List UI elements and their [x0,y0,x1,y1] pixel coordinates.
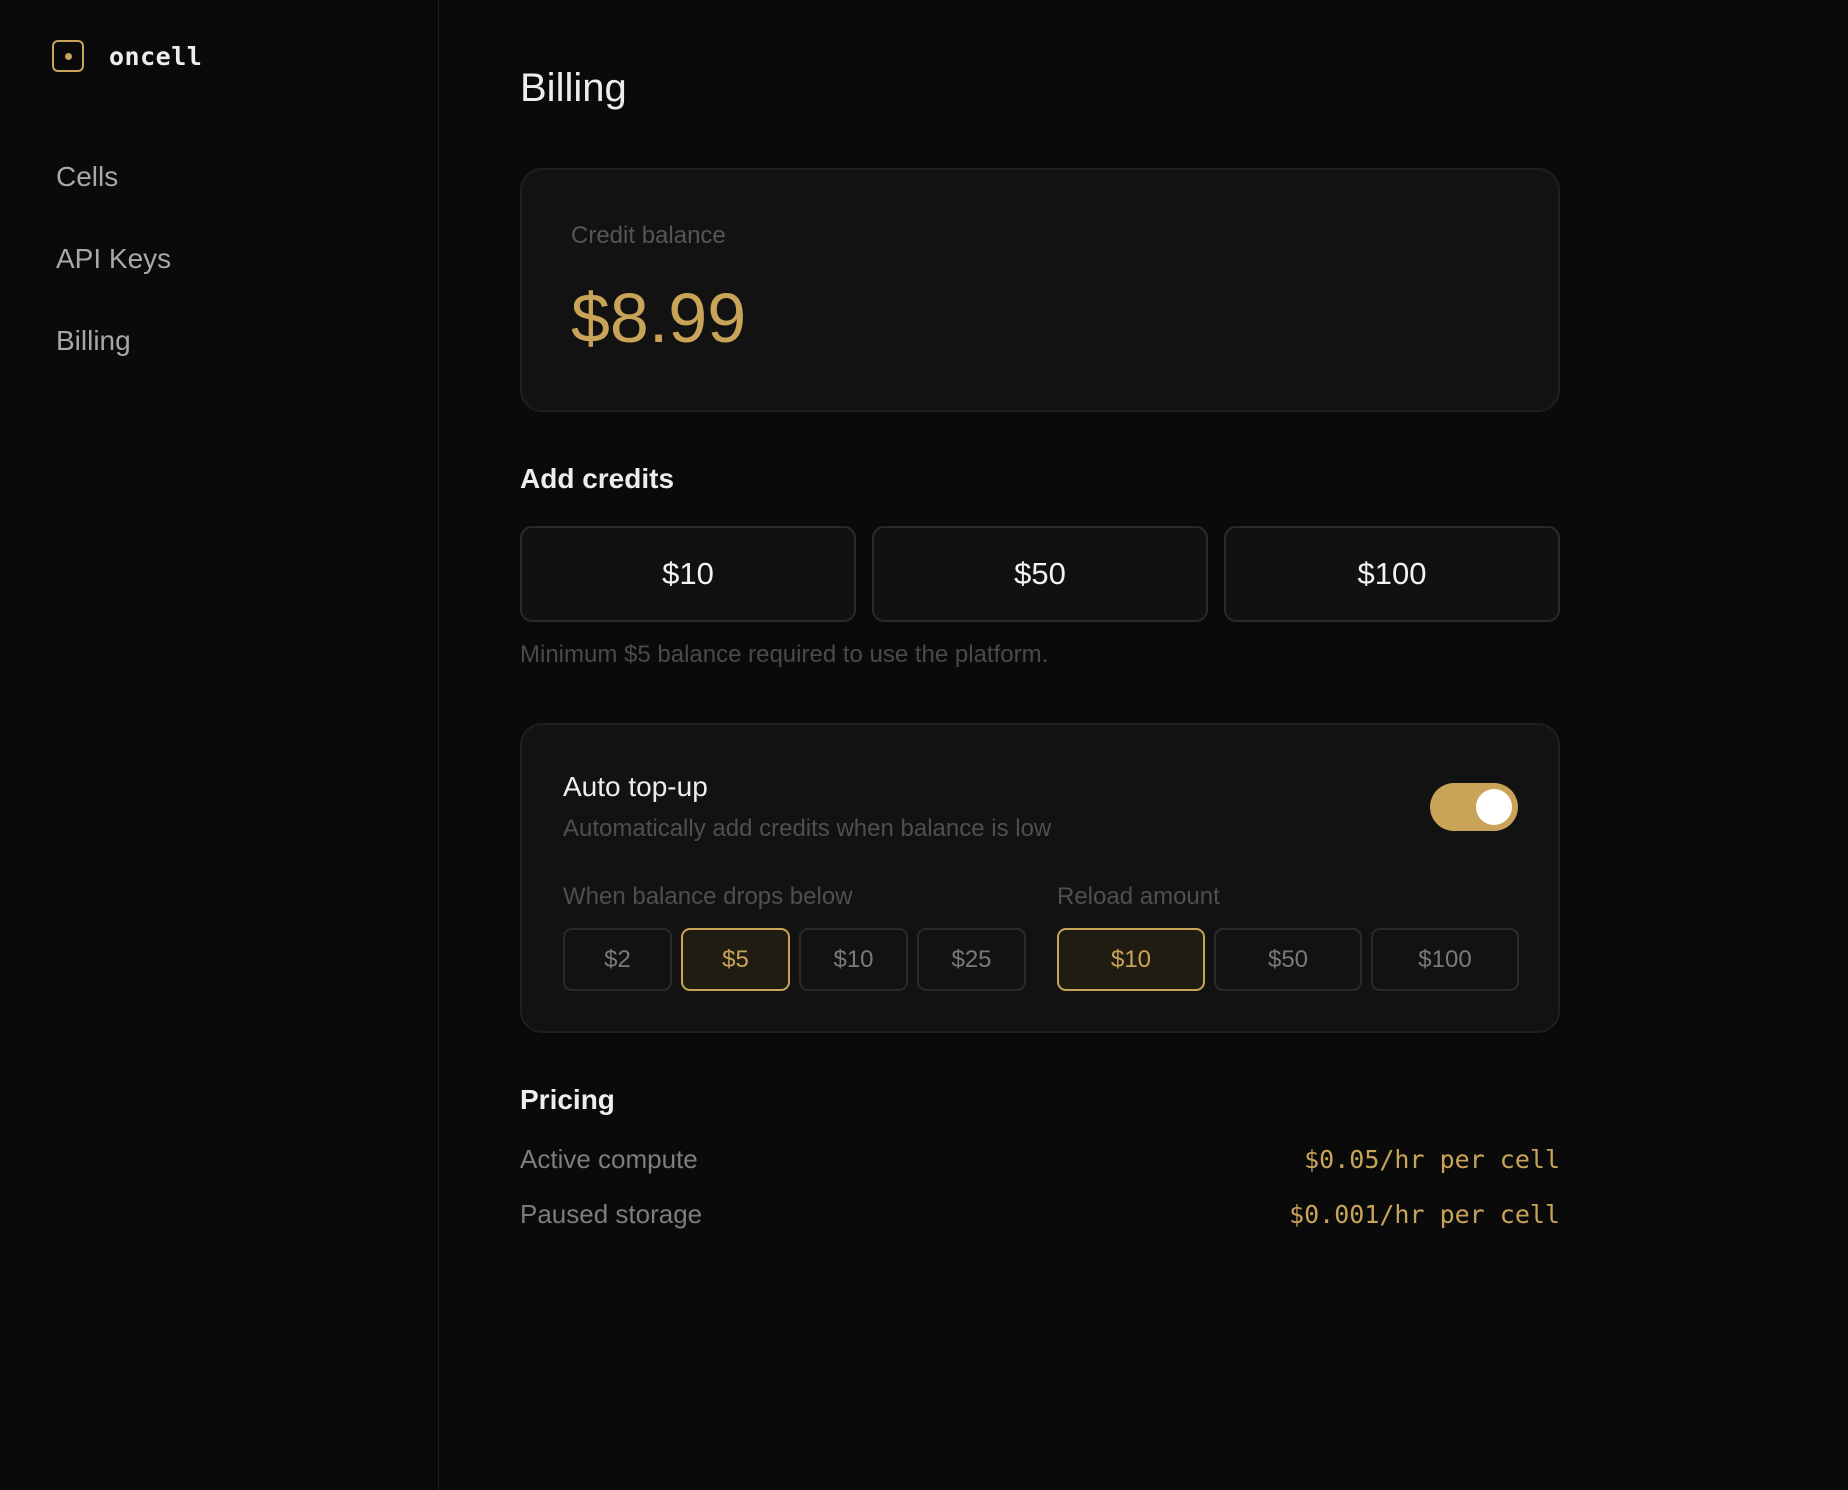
add-credits-50-button[interactable]: $50 [872,526,1208,622]
pricing-value: $0.05/hr per cell [1304,1145,1560,1174]
page-title: Billing [520,66,627,110]
pricing-label: Paused storage [520,1199,703,1229]
reload-options: $10 $50 $100 [1057,928,1519,991]
pricing-row: Paused storage $0.001/hr per cell [520,1199,1560,1230]
threshold-options: $2 $5 $10 $25 [563,928,1026,991]
balance-card: Credit balance $8.99 [520,168,1560,412]
threshold-label: When balance drops below [563,883,853,910]
pricing-row: Active compute $0.05/hr per cell [520,1144,1560,1175]
threshold-option-5[interactable]: $5 [681,928,790,991]
brand[interactable]: oncell [52,40,202,72]
pricing-value: $0.001/hr per cell [1289,1200,1560,1229]
reload-option-100[interactable]: $100 [1371,928,1519,991]
add-credits-title: Add credits [520,463,675,494]
add-credits-100-button[interactable]: $100 [1224,526,1560,622]
balance-label: Credit balance [571,222,726,249]
toggle-knob [1476,789,1512,825]
auto-topup-title: Auto top-up [563,771,708,802]
auto-topup-card: Auto top-up Automatically add credits wh… [520,723,1560,1033]
brand-name: oncell [109,41,203,71]
add-credits-10-button[interactable]: $10 [520,526,856,622]
sidebar: oncell Cells API Keys Billing [0,0,439,1490]
add-credits-options: $10 $50 $100 [520,526,1560,622]
auto-topup-description: Automatically add credits when balance i… [563,815,1052,842]
reload-option-50[interactable]: $50 [1214,928,1362,991]
main-content: Billing Credit balance $8.99 Add credits… [439,0,1848,1490]
reload-option-10[interactable]: $10 [1057,928,1205,991]
sidebar-item-api-keys[interactable]: API Keys [56,237,171,319]
app: oncell Cells API Keys Billing Billing Cr… [0,0,1848,1490]
threshold-option-25[interactable]: $25 [917,928,1026,991]
square-dot-icon [52,40,84,72]
sidebar-item-billing[interactable]: Billing [56,319,171,401]
reload-label: Reload amount [1057,883,1220,910]
threshold-option-10[interactable]: $10 [799,928,908,991]
pricing-title: Pricing [520,1084,615,1115]
threshold-option-2[interactable]: $2 [563,928,672,991]
minimum-balance-note: Minimum $5 balance required to use the p… [520,641,1049,668]
sidebar-nav: Cells API Keys Billing [56,155,171,401]
sidebar-item-cells[interactable]: Cells [56,155,171,237]
balance-value: $8.99 [571,279,747,357]
pricing-label: Active compute [520,1144,698,1174]
auto-topup-toggle[interactable] [1430,783,1518,831]
